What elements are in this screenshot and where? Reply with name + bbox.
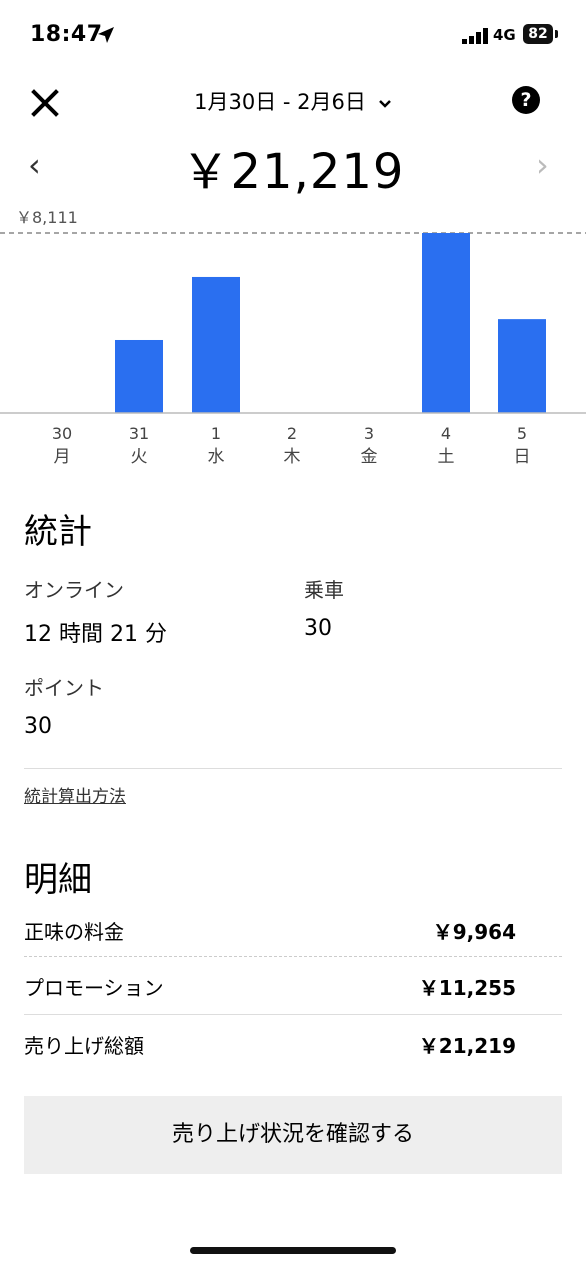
earnings-bar-chart: 30 月 31 火 1 水 2 木 3 金 4 土 5 日 — [0, 232, 586, 467]
x-tick-day: 2 — [287, 424, 297, 443]
location-arrow-icon — [98, 27, 114, 43]
x-tick-weekday: 土 — [438, 447, 455, 467]
total-earnings: ￥21,219 — [181, 144, 405, 200]
points-label: ポイント — [24, 676, 104, 700]
bar-1[interactable] — [192, 276, 240, 413]
bar-5[interactable] — [498, 319, 546, 413]
online-label: オンライン — [24, 578, 124, 602]
total-sales-label: 売り上げ総額 — [24, 1034, 144, 1058]
network-type: 4G — [493, 26, 516, 44]
stats-title: 統計 — [24, 512, 92, 552]
total-sales-value: ￥21,219 — [418, 1034, 516, 1058]
stats-method-link[interactable]: 統計算出方法 — [24, 782, 126, 807]
promotion-value: ￥11,255 — [418, 976, 516, 1000]
x-tick-day: 5 — [517, 424, 527, 443]
help-icon[interactable]: ? — [512, 86, 540, 114]
signal-icon — [462, 28, 488, 44]
row-divider — [24, 956, 562, 957]
x-tick-weekday: 日 — [514, 447, 531, 467]
stats-divider — [24, 768, 562, 769]
x-tick-weekday: 木 — [284, 447, 301, 467]
x-tick-weekday: 火 — [131, 447, 148, 467]
battery-tip — [555, 30, 558, 38]
date-range-label: 1月30日 - 2月6日 — [194, 90, 366, 114]
bar-4[interactable] — [422, 233, 470, 413]
row-divider — [24, 1014, 562, 1015]
x-tick-day: 3 — [364, 424, 374, 443]
online-value: 12 時間 21 分 — [24, 622, 167, 647]
next-week-button[interactable]: › — [536, 146, 549, 184]
status-time: 18:47 — [30, 22, 103, 47]
check-sales-button[interactable]: 売り上げ状況を確認する — [24, 1096, 562, 1174]
battery-icon: 82 — [523, 24, 553, 44]
x-tick-weekday: 金 — [361, 447, 378, 467]
x-tick-weekday: 水 — [208, 447, 225, 467]
points-value: 30 — [24, 714, 52, 739]
x-tick-weekday: 月 — [54, 447, 71, 467]
date-range-selector[interactable]: 1月30日 - 2月6日 — [0, 86, 586, 116]
x-tick-day: 31 — [129, 424, 149, 443]
x-tick-day: 30 — [52, 424, 72, 443]
bar-31[interactable] — [115, 339, 163, 413]
x-tick-day: 4 — [441, 424, 451, 443]
details-title: 明細 — [24, 860, 92, 900]
net-fare-value: ￥9,964 — [432, 920, 516, 944]
chevron-down-icon — [378, 90, 392, 114]
rides-label: 乗車 — [304, 578, 344, 602]
home-indicator — [190, 1247, 396, 1254]
rides-value: 30 — [304, 616, 332, 641]
x-tick-day: 1 — [211, 424, 221, 443]
net-fare-label: 正味の料金 — [24, 920, 124, 944]
promotion-label: プロモーション — [24, 976, 164, 1000]
status-bar: 18:47 4G 82 — [0, 18, 586, 54]
